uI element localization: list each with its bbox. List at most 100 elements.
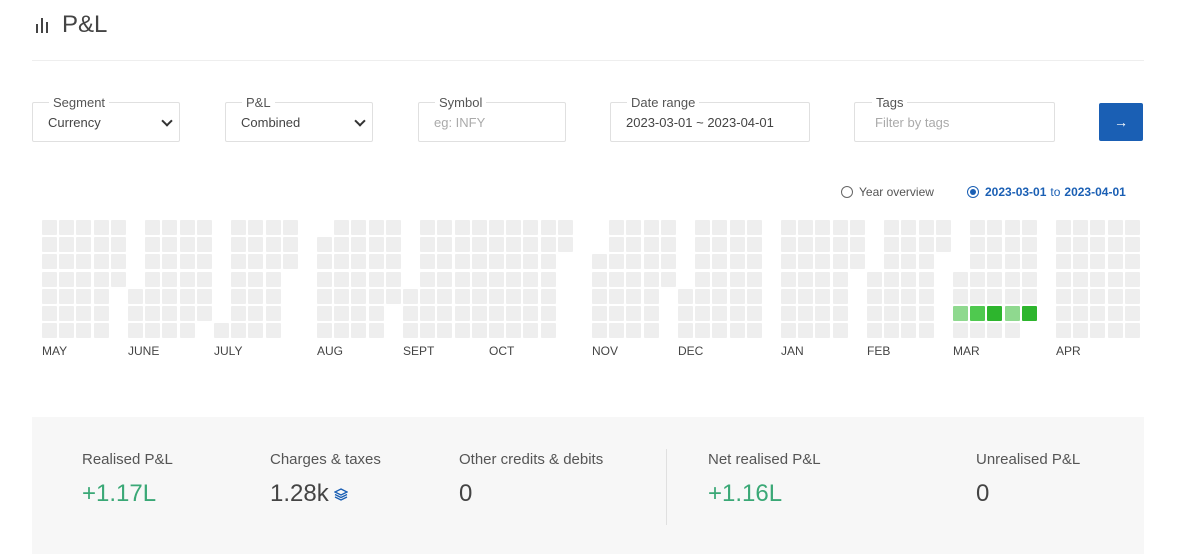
heatmap-day-cell[interactable] [471, 254, 487, 270]
heatmap-day-cell[interactable] [1073, 323, 1089, 339]
heatmap-day-cell[interactable] [471, 323, 487, 339]
heatmap-day-cell[interactable] [609, 254, 625, 270]
heatmap-day-cell[interactable] [884, 237, 900, 253]
heatmap-day-cell[interactable] [901, 323, 917, 339]
heatmap-day-cell[interactable] [1004, 306, 1020, 321]
heatmap-day-cell[interactable] [42, 306, 57, 321]
heatmap-day-cell[interactable] [815, 271, 831, 287]
heatmap-day-cell[interactable] [1056, 323, 1071, 339]
heatmap-day-cell[interactable] [489, 323, 504, 339]
heatmap-day-cell[interactable] [403, 306, 418, 321]
heatmap-day-cell[interactable] [953, 288, 968, 304]
heatmap-day-cell[interactable] [1056, 254, 1071, 270]
heatmap-day-cell[interactable] [609, 271, 625, 287]
heatmap-day-cell[interactable] [523, 323, 539, 339]
heatmap-day-cell[interactable] [849, 237, 865, 253]
heatmap-day-cell[interactable] [248, 237, 264, 253]
heatmap-day-cell[interactable] [970, 271, 986, 287]
heatmap-day-cell[interactable] [1107, 254, 1123, 270]
tags-input[interactable]: Tags Filter by tags [854, 95, 1055, 142]
heatmap-day-cell[interactable] [712, 220, 728, 235]
heatmap-day-cell[interactable] [334, 220, 350, 235]
heatmap-day-cell[interactable] [712, 306, 728, 321]
heatmap-day-cell[interactable] [781, 220, 796, 235]
heatmap-day-cell[interactable] [282, 220, 298, 235]
heatmap-day-cell[interactable] [1124, 254, 1140, 270]
heatmap-day-cell[interactable] [746, 254, 762, 270]
heatmap-day-cell[interactable] [420, 323, 436, 339]
heatmap-day-cell[interactable] [1090, 271, 1106, 287]
heatmap-day-cell[interactable] [660, 271, 676, 287]
heatmap-day-cell[interactable] [265, 220, 281, 235]
heatmap-day-cell[interactable] [712, 237, 728, 253]
heatmap-day-cell[interactable] [678, 323, 693, 339]
heatmap-day-cell[interactable] [781, 323, 796, 339]
heatmap-day-cell[interactable] [987, 220, 1003, 235]
heatmap-day-cell[interactable] [729, 237, 745, 253]
heatmap-day-cell[interactable] [832, 288, 848, 304]
heatmap-day-cell[interactable] [1021, 306, 1037, 321]
heatmap-day-cell[interactable] [781, 288, 796, 304]
heatmap-day-cell[interactable] [643, 288, 659, 304]
heatmap-day-cell[interactable] [179, 254, 195, 270]
heatmap-day-cell[interactable] [265, 237, 281, 253]
heatmap-day-cell[interactable] [265, 306, 281, 321]
heatmap-day-cell[interactable] [781, 306, 796, 321]
heatmap-day-cell[interactable] [317, 254, 332, 270]
heatmap-day-cell[interactable] [248, 271, 264, 287]
heatmap-day-cell[interactable] [1090, 237, 1106, 253]
heatmap-day-cell[interactable] [179, 306, 195, 321]
heatmap-day-cell[interactable] [231, 254, 247, 270]
heatmap-day-cell[interactable] [231, 323, 247, 339]
heatmap-day-cell[interactable] [282, 237, 298, 253]
heatmap-day-cell[interactable] [918, 220, 934, 235]
heatmap-day-cell[interactable] [626, 254, 642, 270]
heatmap-day-cell[interactable] [265, 254, 281, 270]
heatmap-day-cell[interactable] [1073, 237, 1089, 253]
heatmap-day-cell[interactable] [42, 220, 57, 235]
heatmap-day-cell[interactable] [93, 306, 109, 321]
heatmap-day-cell[interactable] [59, 254, 75, 270]
heatmap-day-cell[interactable] [901, 271, 917, 287]
heatmap-day-cell[interactable] [1056, 271, 1071, 287]
heatmap-day-cell[interactable] [489, 254, 504, 270]
heatmap-day-cell[interactable] [351, 306, 367, 321]
submit-button[interactable]: → [1099, 103, 1143, 141]
heatmap-day-cell[interactable] [196, 271, 212, 287]
heatmap-day-cell[interactable] [1090, 254, 1106, 270]
heatmap-day-cell[interactable] [815, 237, 831, 253]
heatmap-day-cell[interactable] [918, 237, 934, 253]
heatmap-day-cell[interactable] [248, 306, 264, 321]
heatmap-day-cell[interactable] [1073, 306, 1089, 321]
heatmap-day-cell[interactable] [746, 237, 762, 253]
heatmap-day-cell[interactable] [1107, 288, 1123, 304]
heatmap-day-cell[interactable] [557, 237, 573, 253]
heatmap-day-cell[interactable] [1124, 306, 1140, 321]
heatmap-day-cell[interactable] [59, 323, 75, 339]
heatmap-day-cell[interactable] [729, 323, 745, 339]
layers-icon[interactable] [333, 487, 348, 501]
heatmap-day-cell[interactable] [179, 323, 195, 339]
heatmap-day-cell[interactable] [42, 271, 57, 287]
heatmap-day-cell[interactable] [93, 220, 109, 235]
heatmap-day-cell[interactable] [489, 220, 504, 235]
heatmap-day-cell[interactable] [351, 220, 367, 235]
heatmap-day-cell[interactable] [609, 237, 625, 253]
heatmap-day-cell[interactable] [248, 220, 264, 235]
heatmap-day-cell[interactable] [1107, 271, 1123, 287]
heatmap-day-cell[interactable] [798, 237, 814, 253]
heatmap-day-cell[interactable] [884, 271, 900, 287]
heatmap-day-cell[interactable] [454, 323, 470, 339]
heatmap-day-cell[interactable] [437, 288, 453, 304]
heatmap-day-cell[interactable] [609, 220, 625, 235]
heatmap-day-cell[interactable] [334, 323, 350, 339]
heatmap-day-cell[interactable] [59, 237, 75, 253]
heatmap-day-cell[interactable] [1073, 271, 1089, 287]
heatmap-day-cell[interactable] [523, 220, 539, 235]
heatmap-day-cell[interactable] [489, 288, 504, 304]
heatmap-day-cell[interactable] [42, 323, 57, 339]
heatmap-day-cell[interactable] [798, 306, 814, 321]
heatmap-day-cell[interactable] [798, 323, 814, 339]
heatmap-day-cell[interactable] [196, 254, 212, 270]
heatmap-day-cell[interactable] [231, 220, 247, 235]
